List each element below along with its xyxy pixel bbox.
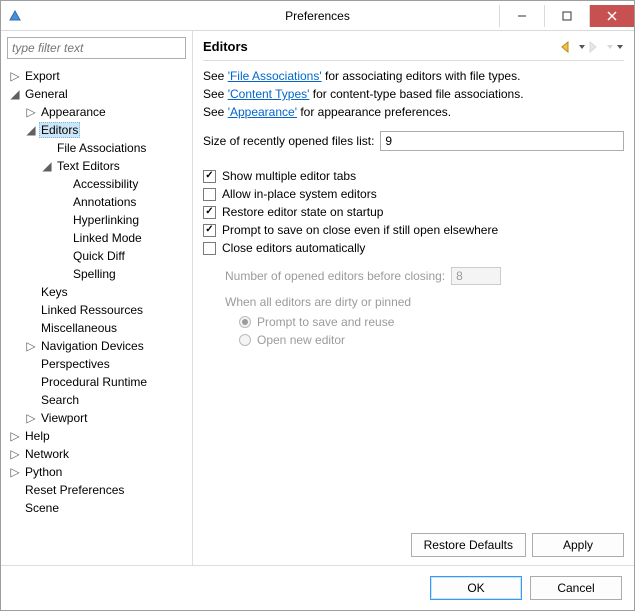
page-title: Editors [203,39,248,54]
recent-files-label: Size of recently opened files list: [203,134,374,148]
checkbox-in-place-editors[interactable] [203,188,216,201]
tree-item-search[interactable]: Search [1,391,192,409]
tree-item-editors[interactable]: ◢Editors [1,121,192,139]
tree-item-keys[interactable]: Keys [1,283,192,301]
view-menu[interactable] [616,41,624,53]
link-file-associations[interactable]: 'File Associations' [228,69,322,83]
tree-item-accessibility[interactable]: Accessibility [1,175,192,193]
tree-item-viewport[interactable]: ▷Viewport [1,409,192,427]
checkbox-label: Prompt to save on close even if still op… [222,223,498,237]
titlebar: Preferences [1,1,634,31]
preferences-window: Preferences ▷Export ◢General ▷Appearan [0,0,635,611]
tree-item-perspectives[interactable]: Perspectives [1,355,192,373]
tree-item-appearance[interactable]: ▷Appearance [1,103,192,121]
checkbox-label: Allow in-place system editors [222,187,377,201]
chevron-right-icon: ▷ [9,466,21,478]
forward-button[interactable] [588,41,604,53]
ok-button[interactable]: OK [430,576,522,600]
back-button[interactable] [560,41,576,53]
tree-item-linked-mode[interactable]: Linked Mode [1,229,192,247]
tree-item-linked-ressources[interactable]: Linked Ressources [1,301,192,319]
chevron-right-icon: ▷ [25,340,37,352]
chevron-right-icon: ▷ [9,430,21,442]
tree-item-annotations[interactable]: Annotations [1,193,192,211]
dialog-button-bar: OK Cancel [1,565,634,610]
tree-item-navigation-devices[interactable]: ▷Navigation Devices [1,337,192,355]
cancel-button[interactable]: Cancel [530,576,622,600]
content-header: Editors [203,39,624,61]
radio-label: Open new editor [257,333,345,347]
checkbox-label: Close editors automatically [222,241,365,255]
checkbox-prompt-save[interactable] [203,224,216,237]
restore-defaults-button[interactable]: Restore Defaults [411,533,526,557]
info-line: See 'Content Types' for content-type bas… [203,87,624,101]
chevron-down-icon: ◢ [41,160,53,172]
close-button[interactable] [589,5,634,27]
checkbox-restore-state[interactable] [203,206,216,219]
tree-item-hyperlinking[interactable]: Hyperlinking [1,211,192,229]
radio-open-new [239,334,251,346]
link-appearance[interactable]: 'Appearance' [228,105,297,119]
info-line: See 'Appearance' for appearance preferen… [203,105,624,119]
num-editors-input [451,267,501,285]
chevron-down-icon: ◢ [25,124,37,136]
back-menu[interactable] [578,41,586,53]
apply-button[interactable]: Apply [532,533,624,557]
tree-item-text-editors[interactable]: ◢Text Editors [1,157,192,175]
checkbox-label: Restore editor state on startup [222,205,383,219]
client-area: ▷Export ◢General ▷Appearance ◢Editors Fi… [1,31,634,610]
chevron-right-icon: ▷ [9,448,21,460]
chevron-right-icon: ▷ [25,106,37,118]
sidebar: ▷Export ◢General ▷Appearance ◢Editors Fi… [1,31,193,565]
main-split: ▷Export ◢General ▷Appearance ◢Editors Fi… [1,31,634,565]
tree-item-file-associations[interactable]: File Associations [1,139,192,157]
checkbox-close-auto[interactable] [203,242,216,255]
tree-item-reset-preferences[interactable]: Reset Preferences [1,481,192,499]
maximize-button[interactable] [544,5,589,27]
radio-prompt-reuse [239,316,251,328]
num-editors-label: Number of opened editors before closing: [225,269,445,283]
link-content-types[interactable]: 'Content Types' [228,87,310,101]
forward-menu[interactable] [606,41,614,53]
group-label: When all editors are dirty or pinned [225,295,624,309]
checkbox-show-multiple-tabs[interactable] [203,170,216,183]
tree-item-spelling[interactable]: Spelling [1,265,192,283]
chevron-down-icon: ◢ [9,88,21,100]
tree-item-procedural-runtime[interactable]: Procedural Runtime [1,373,192,391]
tree-item-help[interactable]: ▷Help [1,427,192,445]
tree-item-network[interactable]: ▷Network [1,445,192,463]
window-title: Preferences [285,9,350,23]
tree-item-miscellaneous[interactable]: Miscellaneous [1,319,192,337]
chevron-right-icon: ▷ [9,70,21,82]
filter-input[interactable] [7,37,186,59]
nav-tree[interactable]: ▷Export ◢General ▷Appearance ◢Editors Fi… [1,65,192,565]
checkbox-label: Show multiple editor tabs [222,169,356,183]
window-controls [499,5,634,27]
tree-item-export[interactable]: ▷Export [1,67,192,85]
content-pane: Editors See 'File Associations' for asso… [193,31,634,565]
content-body: See 'File Associations' for associating … [203,61,624,347]
radio-label: Prompt to save and reuse [257,315,394,329]
tree-item-quick-diff[interactable]: Quick Diff [1,247,192,265]
tree-item-scene[interactable]: Scene [1,499,192,517]
info-line: See 'File Associations' for associating … [203,69,624,83]
app-icon [7,8,23,24]
minimize-button[interactable] [499,5,544,27]
tree-item-python[interactable]: ▷Python [1,463,192,481]
tree-item-general[interactable]: ◢General [1,85,192,103]
chevron-right-icon: ▷ [25,412,37,424]
recent-files-input[interactable] [380,131,624,151]
